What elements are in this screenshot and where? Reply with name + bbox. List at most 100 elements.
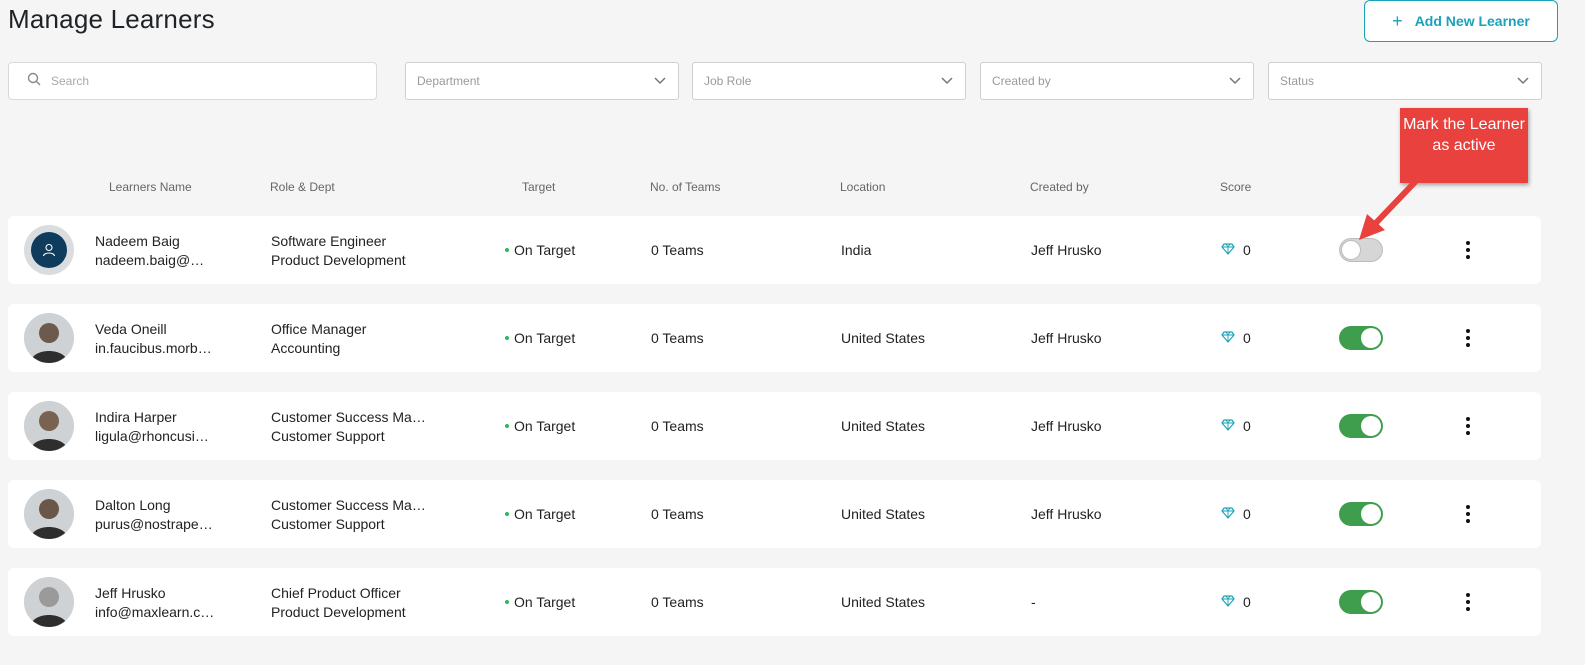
add-new-learner-label: Add New Learner xyxy=(1414,13,1530,29)
teams-count: 0 Teams xyxy=(651,418,704,434)
diamond-icon xyxy=(1221,594,1235,610)
more-options-icon[interactable] xyxy=(1461,590,1475,614)
column-header-role[interactable]: Role & Dept xyxy=(270,180,335,194)
learner-role: Software Engineer xyxy=(271,233,387,249)
avatar xyxy=(24,489,74,539)
score-value: 0 xyxy=(1243,242,1251,258)
status-placeholder: Status xyxy=(1280,74,1315,88)
learner-dept: Customer Support xyxy=(271,428,385,444)
target-label: On Target xyxy=(514,594,576,610)
status-dot-icon xyxy=(505,248,509,252)
learner-email: purus@nostraper… xyxy=(95,516,215,532)
teams-count: 0 Teams xyxy=(651,594,704,610)
more-options-icon[interactable] xyxy=(1461,502,1475,526)
learner-role: Customer Success Man… xyxy=(271,497,431,513)
score-value: 0 xyxy=(1243,594,1251,610)
diamond-icon xyxy=(1221,506,1235,522)
teams-count: 0 Teams xyxy=(651,330,704,346)
learner-email: ligula@rhoncusid… xyxy=(95,428,215,444)
target-status: On Target xyxy=(505,594,575,610)
teams-count: 0 Teams xyxy=(651,242,704,258)
learner-name[interactable]: Indira Harper xyxy=(95,409,177,425)
score: 0 xyxy=(1221,594,1251,610)
search-icon xyxy=(27,72,41,91)
callout-annotation: Mark the Learner as active xyxy=(1400,108,1528,183)
more-options-icon[interactable] xyxy=(1461,238,1475,262)
learner-name[interactable]: Veda Oneill xyxy=(95,321,167,337)
diamond-icon xyxy=(1221,330,1235,346)
search-box[interactable] xyxy=(8,62,377,100)
target-status: On Target xyxy=(505,330,575,346)
learner-dept: Accounting xyxy=(271,340,341,356)
learner-email: nadeem.baig@m… xyxy=(95,252,215,268)
learner-email: info@maxlearn.c… xyxy=(95,604,215,620)
learner-row[interactable]: Nadeem Baig nadeem.baig@m… Software Engi… xyxy=(8,216,1541,284)
score: 0 xyxy=(1221,242,1251,258)
job-role-dropdown[interactable]: Job Role xyxy=(692,62,966,100)
created-by-value: Jeff Hrusko xyxy=(1031,330,1102,346)
chevron-down-icon xyxy=(941,74,953,88)
more-options-icon[interactable] xyxy=(1461,326,1475,350)
avatar xyxy=(24,313,74,363)
callout-arrow xyxy=(1359,179,1418,240)
chevron-down-icon xyxy=(1229,74,1241,88)
column-header-target[interactable]: Target xyxy=(522,180,555,194)
learner-email: in.faucibus.morb… xyxy=(95,340,212,356)
toggle-knob xyxy=(1361,504,1381,524)
learner-row[interactable]: Dalton Long purus@nostraper… Customer Su… xyxy=(8,480,1541,548)
target-label: On Target xyxy=(514,330,576,346)
target-label: On Target xyxy=(514,242,576,258)
score: 0 xyxy=(1221,418,1251,434)
avatar xyxy=(24,401,74,451)
diamond-icon xyxy=(1221,242,1235,258)
avatar xyxy=(24,577,74,627)
created-by-placeholder: Created by xyxy=(992,74,1051,88)
department-placeholder: Department xyxy=(417,74,480,88)
learner-row[interactable]: Indira Harper ligula@rhoncusid… Customer… xyxy=(8,392,1541,460)
column-header-score[interactable]: Score xyxy=(1220,180,1251,194)
plus-icon: + xyxy=(1392,11,1403,31)
status-dot-icon xyxy=(505,424,509,428)
toggle-knob xyxy=(1361,592,1381,612)
active-toggle[interactable] xyxy=(1339,590,1383,614)
created-by-value: Jeff Hrusko xyxy=(1031,418,1102,434)
created-by-value: - xyxy=(1031,594,1036,610)
column-header-created-by[interactable]: Created by xyxy=(1030,180,1089,194)
learner-row[interactable]: Jeff Hrusko info@maxlearn.c… Chief Produ… xyxy=(8,568,1541,636)
learner-dept: Customer Support xyxy=(271,516,385,532)
user-icon xyxy=(31,232,67,268)
status-dot-icon xyxy=(505,600,509,604)
target-label: On Target xyxy=(514,506,576,522)
learner-row[interactable]: Veda Oneill in.faucibus.morb… Office Man… xyxy=(8,304,1541,372)
toggle-knob xyxy=(1361,328,1381,348)
department-dropdown[interactable]: Department xyxy=(405,62,679,100)
active-toggle[interactable] xyxy=(1339,414,1383,438)
learner-location: United States xyxy=(841,418,926,434)
column-header-teams[interactable]: No. of Teams xyxy=(650,180,720,194)
created-by-value: Jeff Hrusko xyxy=(1031,242,1102,258)
diamond-icon xyxy=(1221,418,1235,434)
score: 0 xyxy=(1221,330,1251,346)
status-dropdown[interactable]: Status xyxy=(1268,62,1542,100)
learner-name[interactable]: Dalton Long xyxy=(95,497,171,513)
avatar xyxy=(24,225,74,275)
target-label: On Target xyxy=(514,418,576,434)
learner-location: United States xyxy=(841,506,926,522)
learner-role: Chief Product Officer xyxy=(271,585,401,601)
target-status: On Target xyxy=(505,242,575,258)
active-toggle[interactable] xyxy=(1339,502,1383,526)
learner-role: Customer Success Man… xyxy=(271,409,431,425)
add-new-learner-button[interactable]: + Add New Learner xyxy=(1364,0,1558,42)
learner-location: India xyxy=(841,242,872,258)
column-header-name[interactable]: Learners Name xyxy=(109,180,192,194)
target-status: On Target xyxy=(505,418,575,434)
created-by-dropdown[interactable]: Created by xyxy=(980,62,1254,100)
search-input[interactable] xyxy=(51,74,351,88)
target-status: On Target xyxy=(505,506,575,522)
learner-name[interactable]: Jeff Hrusko xyxy=(95,585,166,601)
active-toggle[interactable] xyxy=(1339,326,1383,350)
more-options-icon[interactable] xyxy=(1461,414,1475,438)
column-header-location[interactable]: Location xyxy=(840,180,885,194)
score-value: 0 xyxy=(1243,330,1251,346)
learner-name[interactable]: Nadeem Baig xyxy=(95,233,180,249)
